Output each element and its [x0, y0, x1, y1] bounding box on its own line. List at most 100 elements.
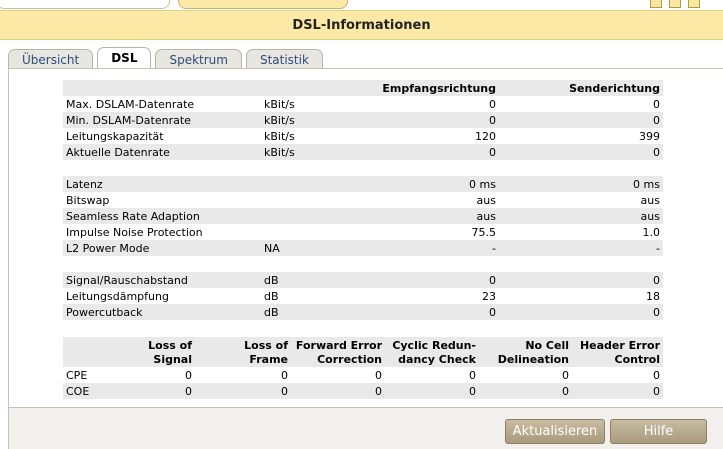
table-cell: CPE [66, 368, 88, 382]
error-counter-table: Loss of Signal Loss of Frame Forward Error Co… [63, 337, 663, 399]
table-cell: 0 ms [633, 177, 660, 191]
table-cell: 0 [653, 113, 660, 127]
table-cell: 0 [489, 113, 496, 127]
table-cell: 0 [653, 145, 660, 159]
col-header-line: No Cell [525, 339, 569, 352]
tab-statistik[interactable]: Statistik [245, 49, 323, 70]
table-cell: kBit/s [264, 97, 295, 111]
table-cell: 0 [281, 368, 288, 382]
table-cell: aus [476, 209, 496, 223]
sitemap-icon[interactable] [669, 0, 681, 8]
print-icon[interactable] [650, 0, 662, 8]
col-header-line: Header Error [579, 339, 660, 352]
col-header-line: Delineation [497, 353, 569, 366]
table-cell: Leitungskapazität [66, 129, 164, 143]
table-row: Leitungskapazität kBit/s 120 399 [63, 128, 663, 144]
top-menu-tab-cut-active[interactable] [178, 0, 348, 9]
table-cell: 75.5 [471, 225, 497, 239]
col-header: Cyclic Redun-dancy Check [385, 337, 479, 367]
table-cell: Impulse Noise Protection [66, 225, 203, 239]
table-cell: kBit/s [264, 113, 295, 127]
col-header-empfang: Empfangsrichtung [382, 81, 496, 95]
table-cell: 0 [562, 368, 569, 382]
table-cell: Min. DSLAM-Datenrate [66, 113, 191, 127]
table-cell: 0 [469, 384, 476, 398]
table-cell [499, 160, 663, 176]
table-cell: 0 ms [469, 177, 496, 191]
table-cell: Latenz [66, 177, 103, 191]
table-cell: 0 [185, 384, 192, 398]
table-cell: 0 [653, 273, 660, 287]
col-header: Forward Error Correction [291, 337, 385, 367]
table-cell: Powercutback [66, 305, 143, 319]
col-header [63, 80, 261, 96]
col-header-line: dancy Check [398, 353, 476, 366]
tab-uebersicht[interactable]: Übersicht [8, 49, 94, 70]
col-header-line: Loss of [244, 339, 288, 352]
table-cell: 0 [489, 305, 496, 319]
table-cell: 0 [489, 273, 496, 287]
table-cell [261, 160, 343, 176]
table-row: CPE 0 0 0 0 0 0 [63, 367, 663, 383]
table-cell: - [492, 241, 496, 255]
table-cell [63, 160, 261, 176]
table-cell: 120 [475, 129, 496, 143]
table-row [63, 256, 663, 272]
table-cell: 0 [489, 145, 496, 159]
table-cell: 0 [562, 384, 569, 398]
table-cell [261, 256, 343, 272]
table-row: Signal/Rauschabstand dB 0 0 [63, 272, 663, 288]
col-header: Loss of Signal [133, 337, 195, 367]
table-cell: 0 [281, 384, 288, 398]
table-cell: 1.0 [642, 225, 661, 239]
tab-bar: Übersicht DSL Spektrum Statistik [8, 47, 327, 70]
help-icon[interactable] [688, 0, 700, 8]
table-cell: 399 [639, 129, 660, 143]
table-row: Bitswap aus aus [63, 192, 663, 208]
table-cell: Signal/Rauschabstand [66, 273, 188, 287]
table-cell: L2 Power Mode [66, 241, 150, 255]
table-row: Min. DSLAM-Datenrate kBit/s 0 0 [63, 112, 663, 128]
col-header-line: Cyclic Redun- [392, 339, 476, 352]
table-cell: Seamless Rate Adaption [66, 209, 200, 223]
col-header-line: Frame [249, 353, 288, 366]
table-row: COE 0 0 0 0 0 0 [63, 383, 663, 399]
table-cell [261, 208, 343, 224]
dsl-info-table: Empfangsrichtung Senderichtung Max. DSLA… [63, 80, 663, 320]
table-cell: 0 [653, 368, 660, 382]
table-cell: Leitungsdämpfung [66, 289, 169, 303]
table-cell: NA [264, 241, 280, 255]
page-title: DSL-Informationen [0, 10, 723, 40]
table-cell: kBit/s [264, 145, 295, 159]
table-cell: dB [264, 305, 279, 319]
table-row: Aktuelle Datenrate kBit/s 0 0 [63, 144, 663, 160]
col-header [261, 80, 343, 96]
col-header: No Cell Delineation [479, 337, 572, 367]
col-header-line: Signal [153, 353, 192, 366]
table-row: Impulse Noise Protection 75.5 1.0 [63, 224, 663, 240]
help-button[interactable]: Hilfe [610, 419, 707, 444]
table-row: L2 Power Mode NA - - [63, 240, 663, 256]
top-icons [650, 0, 700, 8]
col-header: Header Error Control [572, 337, 663, 367]
table-cell: 0 [469, 368, 476, 382]
table-cell: 18 [646, 289, 660, 303]
table-cell: 0 [489, 97, 496, 111]
top-menu-tab-cut[interactable] [0, 0, 170, 9]
table-cell: kBit/s [264, 129, 295, 143]
col-header-line: Correction [317, 353, 382, 366]
refresh-button[interactable]: Aktualisieren [505, 419, 605, 444]
table-cell: - [656, 241, 660, 255]
table-cell [63, 256, 261, 272]
tab-dsl[interactable]: DSL [97, 47, 152, 70]
table-cell: Aktuelle Datenrate [66, 145, 170, 159]
table-row: Seamless Rate Adaption aus aus [63, 208, 663, 224]
table-cell [343, 160, 499, 176]
table-row: Latenz 0 ms 0 ms [63, 176, 663, 192]
table-cell [261, 192, 343, 208]
table-cell: Bitswap [66, 193, 110, 207]
tab-spektrum[interactable]: Spektrum [155, 49, 242, 70]
col-header: Loss of Frame [195, 337, 291, 367]
table-cell [261, 224, 343, 240]
table-cell: COE [66, 384, 90, 398]
